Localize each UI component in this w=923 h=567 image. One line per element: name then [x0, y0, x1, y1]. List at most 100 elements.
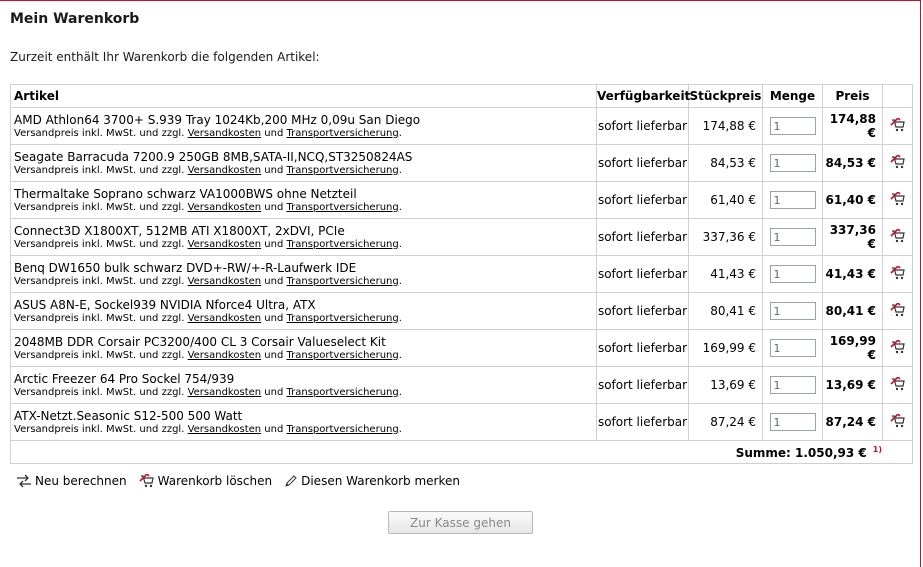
availability-cell: sofort lieferbar [596, 218, 689, 256]
note-prefix: Versandpreis inkl. MwSt. und zzgl. [14, 275, 188, 287]
article-cell: AMD Athlon64 3700+ S.939 Tray 1024Kb,200… [10, 107, 597, 145]
quantity-cell [762, 218, 823, 256]
quantity-input[interactable] [769, 154, 816, 172]
quantity-input[interactable] [769, 413, 816, 431]
quantity-input[interactable] [769, 228, 816, 246]
note-prefix: Versandpreis inkl. MwSt. und zzgl. [14, 238, 188, 250]
table-row: Connect3D X1800XT, 512MB ATI X1800XT, 2x… [10, 218, 913, 256]
shipping-note: Versandpreis inkl. MwSt. und zzgl. Versa… [11, 423, 596, 436]
transport-insurance-link[interactable]: Transportversicherung [287, 165, 399, 176]
price-cell: 80,41 € [822, 292, 883, 330]
cart-delete-icon[interactable] [889, 412, 906, 428]
header-price: Preis [822, 84, 883, 108]
cart-delete-icon[interactable] [889, 264, 906, 280]
note-suffix: . [398, 349, 402, 361]
transport-insurance-link[interactable]: Transportversicherung [287, 350, 399, 361]
product-name[interactable]: Seagate Barracuda 7200.9 250GB 8MB,SATA-… [11, 150, 596, 164]
shipping-costs-link[interactable]: Versandkosten [188, 387, 262, 398]
product-name[interactable]: Thermaltake Soprano schwarz VA1000BWS oh… [11, 187, 596, 201]
product-name[interactable]: 2048MB DDR Corsair PC3200/400 CL 3 Corsa… [11, 335, 596, 349]
availability-cell: sofort lieferbar [596, 403, 689, 441]
note-middle: und [261, 275, 287, 287]
shipping-costs-link[interactable]: Versandkosten [188, 165, 262, 176]
quantity-input[interactable] [769, 265, 816, 283]
product-name[interactable]: ATX-Netzt.Seasonic S12-500 500 Watt [11, 409, 596, 423]
transport-insurance-link[interactable]: Transportversicherung [287, 387, 399, 398]
shipping-costs-link[interactable]: Versandkosten [188, 202, 262, 213]
sum-footnote[interactable]: 1) [873, 445, 882, 454]
checkout-button[interactable]: Zur Kasse gehen [388, 511, 533, 534]
cart-delete-icon[interactable] [889, 338, 906, 354]
cart-delete-icon[interactable] [889, 227, 906, 243]
remember-cart-button[interactable]: Diesen Warenkorb merken [284, 474, 460, 488]
quantity-input[interactable] [769, 302, 816, 320]
transport-insurance-link[interactable]: Transportversicherung [287, 424, 399, 435]
quantity-input[interactable] [769, 191, 816, 209]
note-suffix: . [398, 423, 402, 435]
shipping-note: Versandpreis inkl. MwSt. und zzgl. Versa… [11, 164, 596, 177]
price-cell: 84,53 € [822, 144, 883, 182]
transport-insurance-link[interactable]: Transportversicherung [287, 202, 399, 213]
delete-cell [882, 329, 913, 367]
transport-insurance-link[interactable]: Transportversicherung [287, 276, 399, 287]
note-prefix: Versandpreis inkl. MwSt. und zzgl. [14, 349, 188, 361]
availability-cell: sofort lieferbar [596, 181, 689, 219]
delete-cell [882, 366, 913, 404]
quantity-cell [762, 144, 823, 182]
product-name[interactable]: Connect3D X1800XT, 512MB ATI X1800XT, 2x… [11, 224, 596, 238]
quantity-input[interactable] [769, 376, 816, 394]
article-cell: ASUS A8N-E, Sockel939 NVIDIA Nforce4 Ult… [10, 292, 597, 330]
shipping-costs-link[interactable]: Versandkosten [188, 424, 262, 435]
cart-body: AMD Athlon64 3700+ S.939 Tray 1024Kb,200… [10, 107, 913, 464]
article-cell: Seagate Barracuda 7200.9 250GB 8MB,SATA-… [10, 144, 597, 182]
shipping-costs-link[interactable]: Versandkosten [188, 128, 262, 139]
quantity-input[interactable] [769, 117, 816, 135]
unit-price-cell: 174,88 € [688, 107, 763, 145]
header-article: Artikel [10, 84, 597, 108]
shipping-costs-link[interactable]: Versandkosten [188, 313, 262, 324]
cart-delete-icon[interactable] [889, 375, 906, 391]
pencil-icon [285, 475, 297, 487]
unit-price-cell: 13,69 € [688, 366, 763, 404]
table-row: Arctic Freezer 64 Pro Sockel 754/939 Ver… [10, 366, 913, 404]
transport-insurance-link[interactable]: Transportversicherung [287, 313, 399, 324]
shipping-costs-link[interactable]: Versandkosten [188, 239, 262, 250]
shipping-note: Versandpreis inkl. MwSt. und zzgl. Versa… [11, 312, 596, 325]
cart-delete-icon[interactable] [889, 153, 906, 169]
transport-insurance-link[interactable]: Transportversicherung [287, 239, 399, 250]
transport-insurance-link[interactable]: Transportversicherung [287, 128, 399, 139]
unit-price-cell: 84,53 € [688, 144, 763, 182]
shipping-note: Versandpreis inkl. MwSt. und zzgl. Versa… [11, 386, 596, 399]
header-delete [882, 84, 913, 108]
clear-cart-button[interactable]: Warenkorb löschen [139, 474, 272, 488]
delete-cell [882, 181, 913, 219]
quantity-cell [762, 292, 823, 330]
shipping-costs-link[interactable]: Versandkosten [188, 276, 262, 287]
cart-delete-icon[interactable] [889, 116, 906, 132]
price-cell: 337,36 € [822, 218, 883, 256]
header-quantity: Menge [762, 84, 823, 108]
quantity-cell [762, 329, 823, 367]
article-cell: Connect3D X1800XT, 512MB ATI X1800XT, 2x… [10, 218, 597, 256]
note-middle: und [261, 312, 287, 324]
product-name[interactable]: AMD Athlon64 3700+ S.939 Tray 1024Kb,200… [11, 113, 596, 127]
article-cell: Thermaltake Soprano schwarz VA1000BWS oh… [10, 181, 597, 219]
shipping-note: Versandpreis inkl. MwSt. und zzgl. Versa… [11, 238, 596, 251]
cart-delete-icon[interactable] [889, 190, 906, 206]
product-name[interactable]: Arctic Freezer 64 Pro Sockel 754/939 [11, 372, 596, 386]
recalc-button[interactable]: Neu berechnen [16, 474, 127, 488]
note-middle: und [261, 164, 287, 176]
price-cell: 41,43 € [822, 255, 883, 293]
availability-cell: sofort lieferbar [596, 144, 689, 182]
note-middle: und [261, 423, 287, 435]
cart-delete-icon[interactable] [889, 301, 906, 317]
article-cell: 2048MB DDR Corsair PC3200/400 CL 3 Corsa… [10, 329, 597, 367]
product-name[interactable]: ASUS A8N-E, Sockel939 NVIDIA Nforce4 Ult… [11, 298, 596, 312]
unit-price-cell: 337,36 € [688, 218, 763, 256]
shipping-note: Versandpreis inkl. MwSt. und zzgl. Versa… [11, 201, 596, 214]
header-unit-price: Stückpreis [688, 84, 763, 108]
shipping-costs-link[interactable]: Versandkosten [188, 350, 262, 361]
quantity-input[interactable] [769, 339, 816, 357]
header-availability: Verfügbarkeit [596, 84, 690, 108]
product-name[interactable]: Benq DW1650 bulk schwarz DVD+-RW/+-R-Lau… [11, 261, 596, 275]
